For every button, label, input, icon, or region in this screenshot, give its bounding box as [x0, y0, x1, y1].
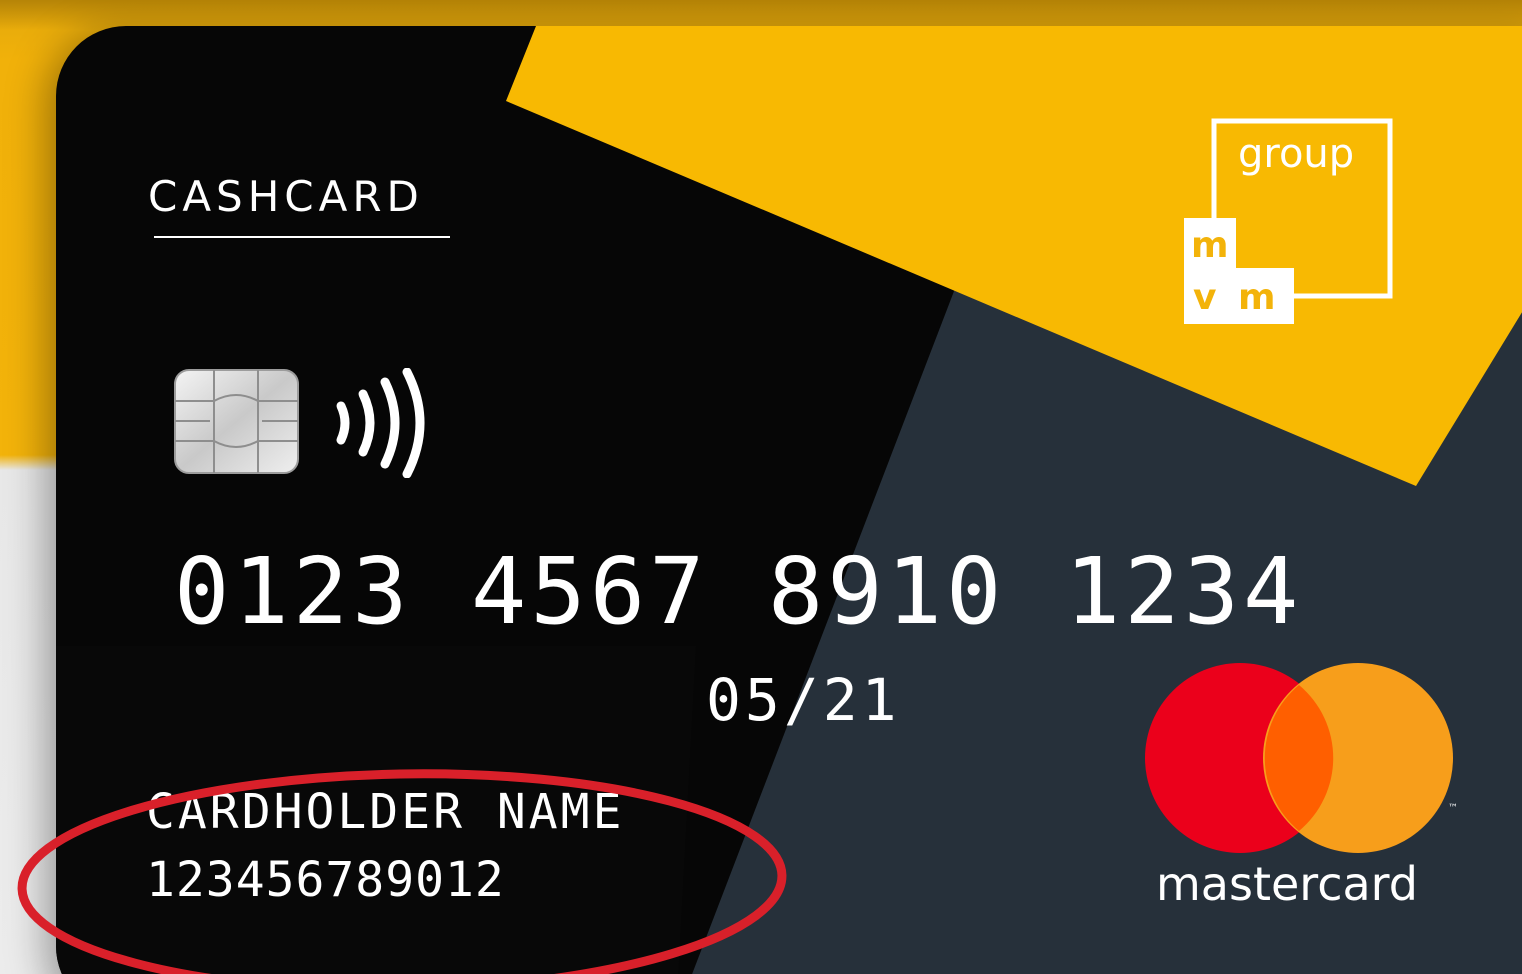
mastercard-trademark: ™: [1448, 803, 1458, 814]
mastercard-wordmark: mastercard: [1156, 857, 1418, 911]
card-brand-label: CASHCARD: [148, 172, 424, 221]
issuer-logo-letter-1: m: [1191, 225, 1229, 266]
contactless-icon: [336, 368, 425, 478]
issuer-logo-letter-2: v: [1193, 277, 1217, 318]
payment-card: CASHCARD 0123 4567 8910 1234 05/21 CARDH…: [56, 26, 1522, 974]
photo-scene: CASHCARD 0123 4567 8910 1234 05/21 CARDH…: [0, 0, 1522, 974]
cardholder-id: 123456789012: [146, 852, 505, 908]
issuer-logo-word: group: [1238, 131, 1355, 177]
card-number: 0123 4567 8910 1234: [174, 538, 1303, 645]
card-expiry: 05/21: [706, 666, 901, 734]
mastercard-circles-icon: ™: [1145, 663, 1458, 853]
emv-chip-icon: [174, 369, 299, 474]
cardholder-name: CARDHOLDER NAME: [146, 784, 625, 840]
issuer-logo-letter-3: m: [1238, 277, 1276, 318]
brand-underline: [154, 236, 450, 238]
